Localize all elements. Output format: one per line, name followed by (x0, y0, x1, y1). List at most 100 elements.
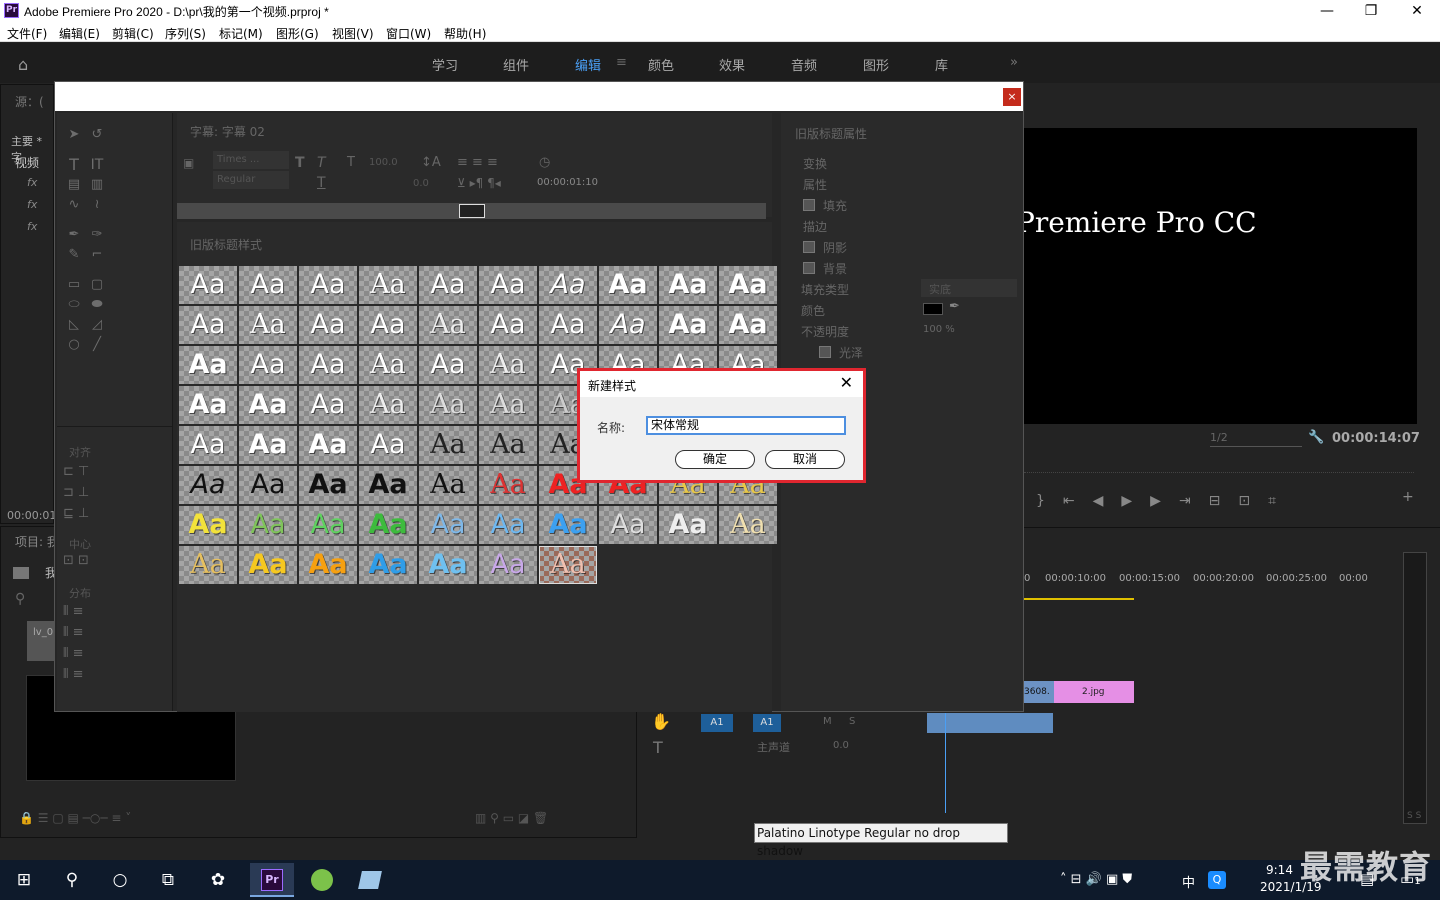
font-family-select[interactable]: Times ... (213, 151, 289, 169)
style-swatch[interactable]: Aa (479, 426, 537, 464)
menu-file[interactable]: 文件(F) (7, 25, 47, 42)
style-swatch[interactable]: Aa (599, 506, 657, 544)
style-swatch[interactable]: Aa (239, 466, 297, 504)
resolution-select[interactable]: 1/2 (1210, 431, 1302, 447)
menu-edit[interactable]: 编辑(E) (59, 25, 100, 42)
font-style-select[interactable]: Regular (213, 171, 289, 189)
pen-tool-icon[interactable]: ✒ (65, 227, 83, 243)
style-swatch[interactable]: Aa (719, 306, 777, 344)
sheen-checkbox[interactable] (819, 346, 831, 358)
style-swatch[interactable]: Aa (359, 506, 417, 544)
style-swatch[interactable]: Aa (239, 306, 297, 344)
style-swatch[interactable]: Aa (539, 266, 597, 304)
arc-tool-icon[interactable]: ◿ (88, 317, 106, 333)
rounded-corner-tool-icon[interactable]: ⬬ (88, 297, 106, 313)
wrench-icon[interactable]: 🔧 (1308, 430, 1324, 445)
workspace-libraries[interactable]: 库 (935, 55, 948, 74)
minimize-button[interactable]: — (1304, 0, 1350, 22)
style-swatch[interactable]: Aa (359, 306, 417, 344)
area-type-tool-icon[interactable]: ▤ (65, 177, 83, 193)
work-area-bar[interactable] (1024, 598, 1134, 600)
style-swatch[interactable]: Aa (359, 546, 417, 584)
program-preview[interactable]: Premiere Pro CC (1016, 128, 1417, 424)
ok-button[interactable]: 确定 (675, 450, 755, 469)
prop-transform[interactable]: 变换 (803, 155, 827, 172)
vertical-type-tool-icon[interactable]: IT (88, 157, 106, 173)
project-actions[interactable]: ▥ ⚲ ▭ ◪ 🗑 (475, 811, 548, 825)
style-swatch[interactable]: Aa (419, 266, 477, 304)
italic-icon[interactable]: T (317, 155, 326, 171)
tab-stops-icons[interactable]: ⊻ ▸¶ ¶◂ (457, 176, 501, 190)
style-swatch[interactable]: Aa (239, 386, 297, 424)
style-swatch[interactable]: Aa (719, 266, 777, 304)
windows-start-icon[interactable]: ⊞ (4, 865, 44, 895)
workspace-menu-icon[interactable]: ≡ (616, 55, 627, 70)
style-swatch[interactable]: Aa (299, 506, 357, 544)
close-window-button[interactable]: ✕ (1394, 0, 1440, 22)
style-swatch[interactable]: Aa (659, 306, 717, 344)
style-swatch[interactable]: Aa (239, 266, 297, 304)
timeline-clip-image[interactable]: 2.jpg (1054, 681, 1134, 703)
style-swatch[interactable]: Aa (419, 386, 477, 424)
style-swatch[interactable]: Aa (179, 546, 237, 584)
vertical-area-type-tool-icon[interactable]: ▥ (88, 177, 106, 193)
underline-icon[interactable]: T (317, 175, 326, 191)
style-swatch[interactable]: Aa (299, 306, 357, 344)
fill-checkbox[interactable] (803, 199, 815, 211)
rounded-rectangle-tool-icon[interactable]: ▢ (88, 277, 106, 293)
style-swatch[interactable]: Aa (299, 466, 357, 504)
style-swatch[interactable]: Aa (599, 266, 657, 304)
prop-properties[interactable]: 属性 (803, 176, 827, 193)
style-swatch[interactable]: Aa (299, 386, 357, 424)
show-video-icon[interactable]: ◷ (539, 155, 550, 170)
style-swatch[interactable]: Aa (239, 506, 297, 544)
dialog-close-icon[interactable]: ✕ (840, 373, 853, 392)
style-swatch[interactable]: Aa (419, 546, 477, 584)
style-swatch[interactable]: Aa (179, 466, 237, 504)
style-swatch[interactable]: Aa (179, 306, 237, 344)
style-name-input[interactable]: 宋体常规 (646, 416, 846, 435)
transport-controls[interactable]: }⇤◀▶▶⇥⊟⊡⌗ (1036, 493, 1436, 509)
font-size-value[interactable]: 100.0 (369, 157, 398, 168)
workspace-overflow-icon[interactable]: » (1010, 55, 1018, 70)
style-swatch[interactable]: Aa (419, 466, 477, 504)
preview-marker[interactable] (459, 204, 485, 218)
search-icon[interactable]: ⚲ (15, 591, 25, 607)
menu-view[interactable]: 视图(V) (332, 25, 374, 42)
style-swatch[interactable]: Aa (659, 506, 717, 544)
type-tool-icon[interactable]: T (653, 738, 663, 757)
style-swatch[interactable]: Aa (359, 466, 417, 504)
workspace-editing[interactable]: 编辑 (575, 55, 601, 74)
style-swatch[interactable]: Aa (479, 506, 537, 544)
shadow-checkbox[interactable] (803, 241, 815, 253)
style-swatch[interactable]: Aa (359, 266, 417, 304)
qq-icon[interactable]: Q (1208, 871, 1226, 889)
style-swatch[interactable]: Aa (419, 506, 477, 544)
align-text-icons[interactable]: ≡ ≡ ≡ (457, 155, 498, 170)
solo-button[interactable]: S (849, 716, 855, 727)
style-swatch[interactable]: Aa (539, 546, 597, 584)
new-title-icon[interactable]: ▣ (183, 156, 194, 170)
ellipse-tool-icon[interactable]: ○ (65, 337, 83, 353)
timeline-clip[interactable]: 3608. (1024, 681, 1054, 703)
delete-anchor-tool-icon[interactable]: ✑ (88, 227, 106, 243)
project-thumbnail[interactable]: lv_0 (27, 621, 57, 661)
menu-help[interactable]: 帮助(H) (444, 25, 486, 42)
menu-marker[interactable]: 标记(M) (219, 25, 263, 42)
task-view-icon[interactable]: ⧉ (148, 865, 188, 895)
style-swatch[interactable]: Aa (179, 346, 237, 384)
eyedropper-icon[interactable]: ✒ (949, 299, 960, 314)
style-swatch[interactable]: Aa (419, 426, 477, 464)
workspace-assembly[interactable]: 组件 (503, 55, 529, 74)
vertical-path-type-tool-icon[interactable]: ≀ (88, 197, 106, 213)
system-tray-icons[interactable]: ˄ ⊟ 🔊 ▣ ⛊ (1060, 872, 1132, 887)
workspace-color[interactable]: 颜色 (648, 55, 674, 74)
opacity-value[interactable]: 100 % (923, 324, 955, 335)
add-button-icon[interactable]: + (1402, 489, 1414, 505)
style-swatch[interactable]: Aa (299, 546, 357, 584)
style-swatch[interactable]: Aa (599, 306, 657, 344)
line-tool-icon[interactable]: ╱ (88, 337, 106, 353)
mute-button[interactable]: M (823, 716, 832, 727)
add-anchor-tool-icon[interactable]: ✎ (65, 247, 83, 263)
center-buttons[interactable]: ⊡ ⊡ (63, 553, 89, 568)
